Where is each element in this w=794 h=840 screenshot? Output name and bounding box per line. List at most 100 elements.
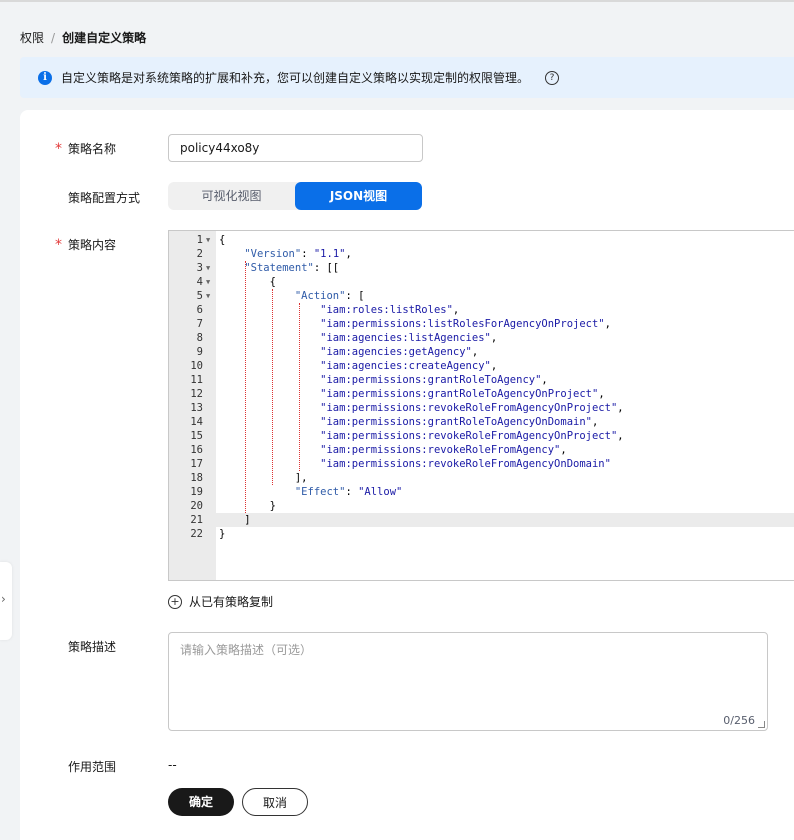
config-mode-label: 策略配置方式 <box>68 191 141 205</box>
confirm-button[interactable]: 确定 <box>168 788 234 816</box>
line-number: 4 <box>196 276 203 288</box>
code-line: 21 ] <box>169 513 794 527</box>
line-number: 3 <box>196 262 203 274</box>
required-mark: * <box>55 141 62 157</box>
help-icon[interactable]: ? <box>545 70 560 85</box>
policy-content-label: 策略内容 <box>68 238 117 252</box>
line-number: 8 <box>196 332 203 344</box>
description-placeholder: 请输入策略描述（可选） <box>180 643 313 657</box>
code-text: { <box>219 276 276 288</box>
code-line: 18 ], <box>169 471 794 485</box>
side-panel-toggle[interactable]: › <box>0 562 12 640</box>
scope-label: 作用范围 <box>68 760 117 774</box>
code-line: 17 "iam:permissions:revokeRoleFromAgency… <box>169 457 794 471</box>
line-number: 16 <box>190 444 203 456</box>
code-line: 11 "iam:permissions:grantRoleToAgency", <box>169 373 794 387</box>
code-text: "iam:permissions:grantRoleToAgencyOnDoma… <box>320 416 599 428</box>
plus-circle-icon: + <box>168 594 182 609</box>
code-text: "Action": [ <box>294 290 365 302</box>
code-line: 12 "iam:permissions:grantRoleToAgencyOnP… <box>169 387 794 401</box>
code-line: 14 "iam:permissions:grantRoleToAgencyOnD… <box>169 415 794 429</box>
code-text: "iam:agencies:getAgency", <box>320 346 479 358</box>
code-text: "iam:permissions:grantRoleToAgencyOnProj… <box>320 388 605 400</box>
breadcrumb-current: 创建自定义策略 <box>62 31 147 45</box>
breadcrumb-separator: / <box>51 30 56 45</box>
scope-value: -- <box>168 758 177 772</box>
code-line: 16 "iam:permissions:revokeRoleFromAgency… <box>169 443 794 457</box>
code-text: } <box>219 528 226 540</box>
resize-grip-icon[interactable] <box>758 721 765 728</box>
policy-name-label: 策略名称 <box>68 142 117 156</box>
indent-guide <box>272 289 273 485</box>
code-line: 4 ▼ { <box>169 275 794 289</box>
code-line: 22} <box>169 527 794 541</box>
notice-text: 自定义策略是对系统策略的扩展和补充，您可以创建自定义策略以实现定制的权限管理。 <box>61 71 530 85</box>
code-text: { <box>219 234 226 246</box>
copy-from-existing-policy[interactable]: + 从已有策略复制 <box>168 593 273 610</box>
breadcrumb: 权限 / 创建自定义策略 <box>20 29 146 46</box>
code-text: "iam:permissions:revokeRoleFromAgencyOnP… <box>320 430 624 442</box>
config-mode-switch: 可视化视图 JSON视图 <box>168 182 422 210</box>
line-number: 2 <box>196 248 203 260</box>
policy-description-textarea[interactable]: 请输入策略描述（可选） 0/256 <box>168 632 768 731</box>
code-line: 8 "iam:agencies:listAgencies", <box>169 331 794 345</box>
chevron-right-icon: › <box>1 592 6 606</box>
code-text: "iam:permissions:revokeRoleFromAgencyOnD… <box>320 458 611 470</box>
fold-arrow-icon[interactable]: ▼ <box>206 275 210 289</box>
mode-visual-option[interactable]: 可视化视图 <box>168 182 295 210</box>
code-text: "iam:permissions:revokeRoleFromAgencyOnP… <box>320 402 624 414</box>
line-number: 11 <box>190 374 203 386</box>
breadcrumb-parent[interactable]: 权限 <box>20 29 44 46</box>
code-line: 7 "iam:permissions:listRolesForAgencyOnP… <box>169 317 794 331</box>
code-text: "iam:permissions:listRolesForAgencyOnPro… <box>320 318 611 330</box>
line-number: 17 <box>190 458 203 470</box>
required-mark: * <box>55 237 62 253</box>
line-number: 15 <box>190 430 203 442</box>
line-number: 22 <box>190 528 203 540</box>
code-text: } <box>219 500 276 512</box>
line-number: 5 <box>196 290 203 302</box>
fold-arrow-icon[interactable]: ▼ <box>206 233 210 247</box>
line-number: 9 <box>196 346 203 358</box>
code-line: 15 "iam:permissions:revokeRoleFromAgency… <box>169 429 794 443</box>
line-number: 1 <box>196 234 203 246</box>
mode-json-option[interactable]: JSON视图 <box>295 182 422 210</box>
line-number: 19 <box>190 486 203 498</box>
code-line: 2 "Version": "1.1", <box>169 247 794 261</box>
line-number: 14 <box>190 416 203 428</box>
line-number: 10 <box>190 360 203 372</box>
line-number: 12 <box>190 388 203 400</box>
fold-arrow-icon[interactable]: ▼ <box>206 261 210 275</box>
code-line: 6 "iam:roles:listRoles", <box>169 303 794 317</box>
code-text: "iam:permissions:grantRoleToAgency", <box>320 374 548 386</box>
code-line: 9 "iam:agencies:getAgency", <box>169 345 794 359</box>
code-line: 13 "iam:permissions:revokeRoleFromAgency… <box>169 401 794 415</box>
line-number: 20 <box>190 500 203 512</box>
character-count: 0/256 <box>723 714 755 727</box>
indent-guide <box>299 303 300 471</box>
fold-arrow-icon[interactable]: ▼ <box>206 289 210 303</box>
code-line: 5 ▼ "Action": [ <box>169 289 794 303</box>
code-text: ] <box>219 514 251 526</box>
line-number: 21 <box>190 514 203 526</box>
code-text: "iam:agencies:createAgency", <box>320 360 498 372</box>
code-text: ], <box>219 472 308 484</box>
code-line: 1 ▼ { <box>169 233 794 247</box>
code-text: "iam:agencies:listAgencies", <box>320 332 498 344</box>
code-text: "Version": "1.1", <box>244 248 352 260</box>
json-code-editor[interactable]: 1 ▼{2 "Version": "1.1", 3 ▼ "Statement": [[… <box>168 230 794 581</box>
info-icon: i <box>38 70 52 85</box>
copy-label: 从已有策略复制 <box>189 595 274 609</box>
code-line: 19 "Effect": "Allow" <box>169 485 794 499</box>
policy-description-label: 策略描述 <box>68 640 117 654</box>
top-divider <box>0 0 794 2</box>
line-number: 13 <box>190 402 203 414</box>
line-number: 7 <box>196 318 203 330</box>
line-number: 18 <box>190 472 203 484</box>
code-line: 3 ▼ "Statement": [[ <box>169 261 794 275</box>
policy-name-input[interactable]: policy44xo8y <box>168 134 423 162</box>
cancel-button[interactable]: 取消 <box>242 788 308 816</box>
code-line: 20 } <box>169 499 794 513</box>
code-text: "iam:roles:listRoles", <box>320 304 460 316</box>
indent-guide <box>245 261 246 513</box>
